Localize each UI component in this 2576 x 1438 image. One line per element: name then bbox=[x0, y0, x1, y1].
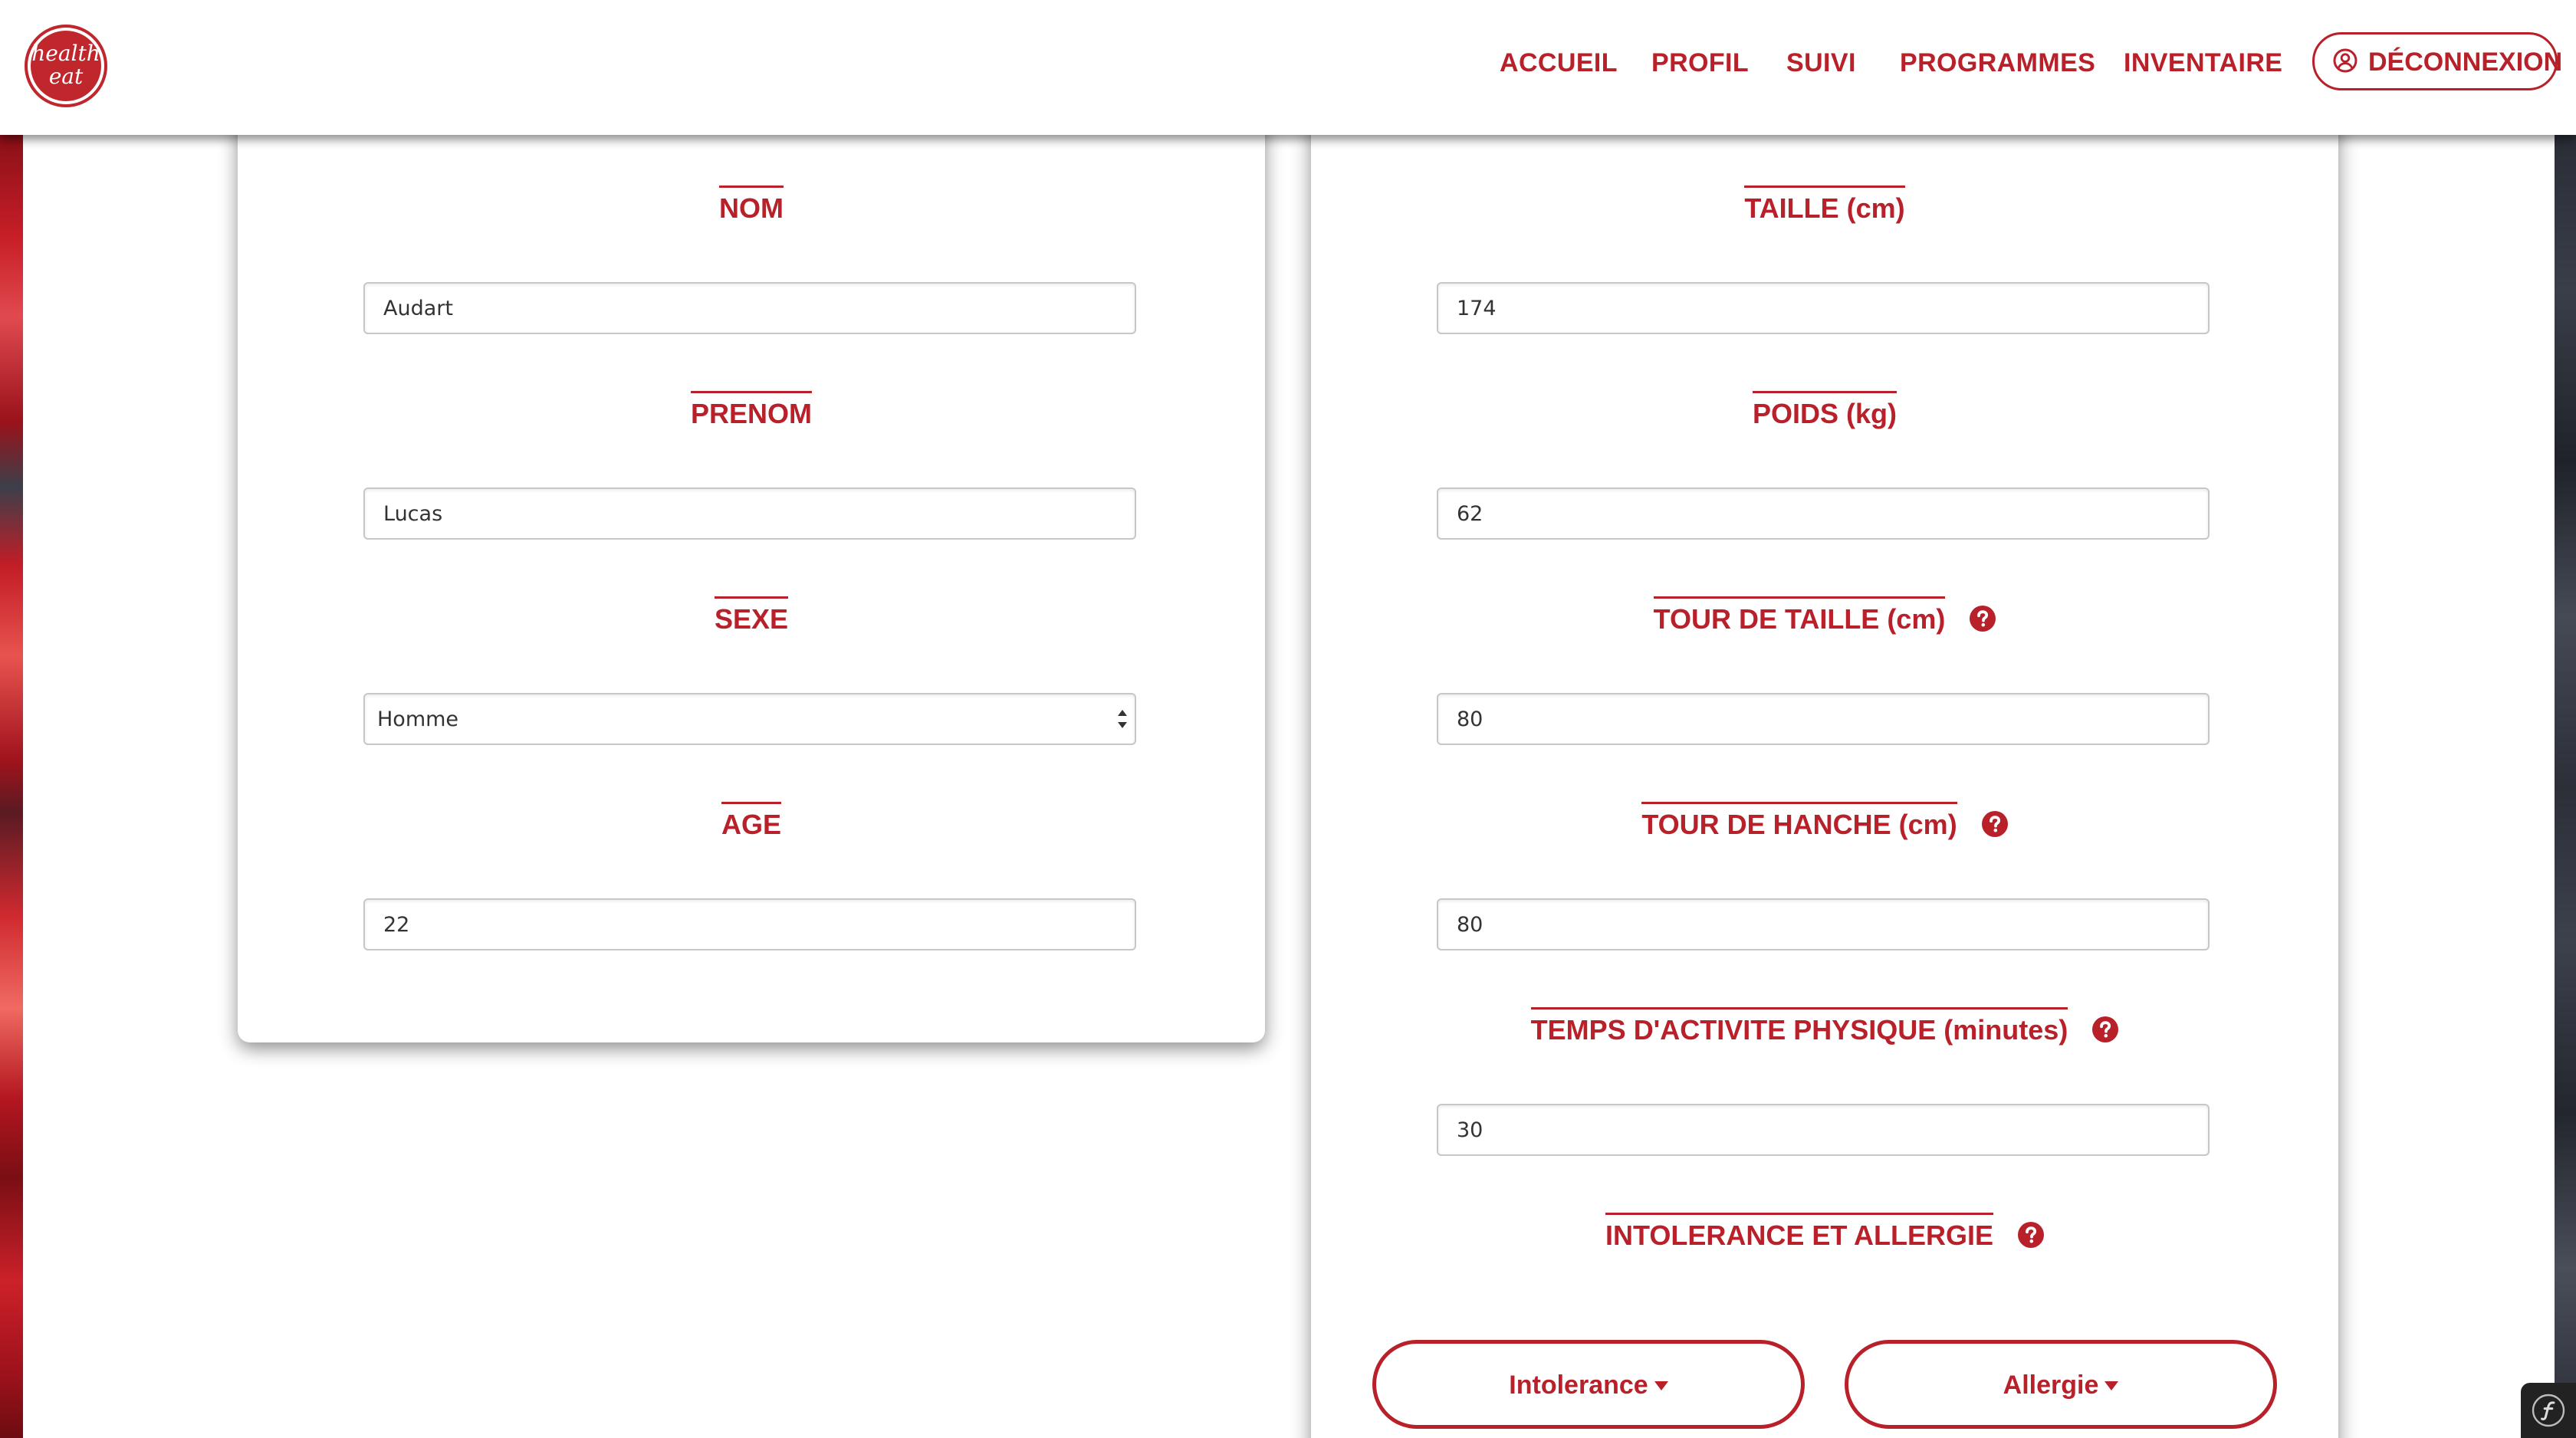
sexe-label-text: SEXE bbox=[714, 596, 789, 638]
taille-input[interactable]: 174 bbox=[1437, 282, 2210, 334]
symfony-icon bbox=[2532, 1394, 2565, 1427]
caret-down-icon bbox=[1654, 1381, 1668, 1390]
logout-button[interactable]: DÉCONNEXION bbox=[2312, 32, 2562, 90]
prenom-value: Lucas bbox=[383, 502, 443, 526]
age-input[interactable]: 22 bbox=[363, 898, 1136, 950]
age-value: 22 bbox=[383, 913, 410, 937]
prenom-label: PRENOM bbox=[238, 391, 1265, 432]
question-circle-icon[interactable] bbox=[1981, 811, 2008, 837]
allergie-button-content: Allergie bbox=[1848, 1368, 2273, 1402]
activite-label: TEMPS D'ACTIVITE PHYSIQUE (minutes) bbox=[1311, 1007, 2338, 1049]
question-circle-icon[interactable] bbox=[1970, 606, 1996, 632]
allergie-dropdown-button[interactable]: Allergie bbox=[1845, 1340, 2277, 1429]
tour-hanche-label: TOUR DE HANCHE (cm) bbox=[1311, 802, 2338, 843]
activite-label-text: TEMPS D'ACTIVITE PHYSIQUE (minutes) bbox=[1530, 1007, 2068, 1049]
activite-input[interactable]: 30 bbox=[1437, 1104, 2210, 1156]
intolerance-allergie-label-text: INTOLERANCE ET ALLERGIE bbox=[1605, 1213, 1994, 1254]
tour-taille-label-text: TOUR DE TAILLE (cm) bbox=[1653, 596, 1947, 638]
poids-value: 62 bbox=[1457, 502, 1484, 526]
age-label-text: AGE bbox=[721, 802, 782, 843]
top-navbar: health eat ACCUEIL PROFIL SUIVI PROGRAMM… bbox=[0, 0, 2576, 135]
tour-taille-value: 80 bbox=[1457, 708, 1484, 731]
intolerance-allergie-label: INTOLERANCE ET ALLERGIE bbox=[1311, 1213, 2338, 1254]
question-circle-icon[interactable] bbox=[2092, 1016, 2119, 1042]
tour-taille-label: TOUR DE TAILLE (cm) bbox=[1311, 596, 2338, 638]
prenom-input[interactable]: Lucas bbox=[363, 488, 1136, 540]
nom-label: NOM bbox=[238, 185, 1265, 227]
background-image-right bbox=[2555, 135, 2576, 1438]
poids-label-text: POIDS (kg) bbox=[1752, 391, 1898, 432]
question-circle-icon[interactable] bbox=[2018, 1222, 2045, 1248]
taille-label-text: TAILLE (cm) bbox=[1744, 185, 1905, 227]
logo-text-eat: eat bbox=[48, 64, 84, 89]
nom-input[interactable]: Audart bbox=[363, 282, 1136, 334]
tour-taille-input[interactable]: 80 bbox=[1437, 693, 2210, 745]
logo-text-health: health bbox=[31, 41, 100, 66]
tour-hanche-input[interactable]: 80 bbox=[1437, 898, 2210, 950]
activite-value: 30 bbox=[1457, 1118, 1484, 1142]
intolerance-dropdown-button[interactable]: Intolerance bbox=[1372, 1340, 1805, 1429]
nav-item-profil[interactable]: PROFIL bbox=[1651, 44, 1749, 81]
taille-value: 174 bbox=[1457, 297, 1497, 320]
tour-hanche-value: 80 bbox=[1457, 913, 1484, 937]
sexe-label: SEXE bbox=[238, 596, 1265, 638]
page: health eat ACCUEIL PROFIL SUIVI PROGRAMM… bbox=[0, 0, 2576, 1438]
age-label: AGE bbox=[238, 802, 1265, 843]
identity-card: NOM Audart PRENOM Lucas SEXE Homme AGE 2… bbox=[238, 92, 1265, 1042]
logout-label: DÉCONNEXION bbox=[2368, 48, 2563, 77]
intolerance-button-label: Intolerance bbox=[1509, 1371, 1648, 1400]
taille-label: TAILLE (cm) bbox=[1311, 185, 2338, 227]
body-metrics-card: TAILLE (cm) 174 POIDS (kg) 62 TOUR DE TA… bbox=[1311, 92, 2338, 1438]
intolerance-button-content: Intolerance bbox=[1376, 1368, 1801, 1402]
nav-item-accueil[interactable]: ACCUEIL bbox=[1500, 44, 1618, 81]
user-circle-icon bbox=[2333, 48, 2358, 73]
prenom-label-text: PRENOM bbox=[690, 391, 813, 432]
nom-label-text: NOM bbox=[719, 185, 784, 227]
nav-item-suivi[interactable]: SUIVI bbox=[1786, 44, 1856, 81]
sexe-select[interactable]: Homme bbox=[363, 693, 1136, 745]
tour-hanche-label-text: TOUR DE HANCHE (cm) bbox=[1641, 802, 1957, 843]
sexe-value: Homme bbox=[377, 708, 459, 731]
nav-item-programmes[interactable]: PROGRAMMES bbox=[1900, 44, 2095, 81]
poids-label: POIDS (kg) bbox=[1311, 391, 2338, 432]
background-image-left bbox=[0, 135, 23, 1438]
nom-value: Audart bbox=[383, 297, 453, 320]
health-eat-logo[interactable]: health eat bbox=[25, 25, 107, 107]
poids-input[interactable]: 62 bbox=[1437, 488, 2210, 540]
allergie-button-label: Allergie bbox=[2003, 1371, 2099, 1400]
symfony-debug-toolbar-toggle[interactable] bbox=[2521, 1383, 2576, 1438]
nav-item-inventaire[interactable]: INVENTAIRE bbox=[2124, 44, 2282, 81]
select-arrows-icon bbox=[1118, 710, 1127, 728]
caret-down-icon bbox=[2104, 1381, 2119, 1390]
